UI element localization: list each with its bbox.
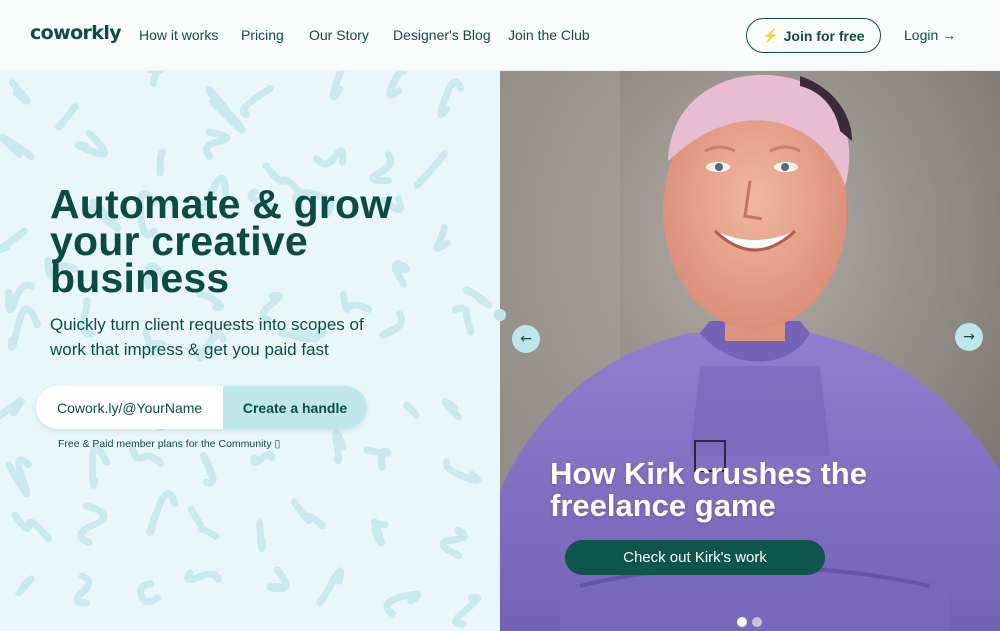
coworkly-logo[interactable]: coworkly [30, 22, 122, 44]
slider-prev-button[interactable]: ← [512, 325, 540, 353]
nav-link-join-the-club[interactable]: Join the Club [508, 27, 590, 43]
slider-next-button[interactable]: → [955, 323, 983, 351]
login-link[interactable]: Login → [904, 27, 956, 43]
hero-headline: Automate & grow your creative business [50, 181, 393, 301]
join-for-free-label: Join for free [783, 27, 865, 44]
nav-link-how-it-works[interactable]: How it works [139, 27, 218, 43]
slider-dot-2[interactable] [752, 617, 762, 627]
arrow-right-icon: → [963, 329, 975, 345]
nav-link-designers-blog[interactable]: Designer's Blog [393, 27, 491, 43]
hero-subtext: Quickly turn client requests into scopes… [50, 315, 364, 359]
nav-link-pricing[interactable]: Pricing [241, 27, 284, 43]
handle-input[interactable] [36, 386, 223, 429]
hero-slider: ← → How Kirk crushes the freelance game … [500, 71, 1000, 631]
nav-link-our-story[interactable]: Our Story [309, 27, 369, 43]
slide-title: How Kirk crushes the freelance game [550, 456, 867, 523]
handle-form: Create a handle [36, 386, 367, 429]
check-out-work-button[interactable]: Check out Kirk's work [565, 540, 825, 575]
lightning-bolt-icon: ⚡ [762, 27, 779, 43]
arrow-left-icon: ← [520, 331, 532, 347]
slider-dot-1[interactable] [737, 617, 747, 627]
create-handle-button[interactable]: Create a handle [223, 386, 367, 429]
split-divider-handle[interactable] [494, 309, 506, 321]
top-nav: coworkly How it works Pricing Our Story … [0, 0, 1000, 71]
join-for-free-button[interactable]: ⚡ Join for free [746, 18, 881, 53]
plans-note: Free & Paid member plans for the Communi… [58, 438, 281, 450]
hero-left-panel: Automate & grow your creative business Q… [0, 71, 500, 631]
